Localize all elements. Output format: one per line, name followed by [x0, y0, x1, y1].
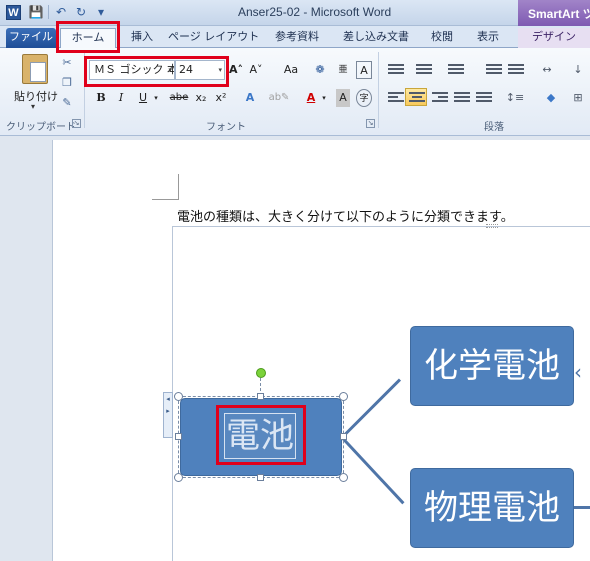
chevron-down-icon[interactable]: ▾ [218, 61, 222, 79]
italic-button[interactable]: I [114, 89, 128, 107]
borders-icon[interactable]: ⊞ [570, 89, 586, 107]
text-pane-toggle[interactable]: ◂ ▸ [163, 392, 173, 438]
save-icon[interactable]: 💾 [28, 4, 44, 20]
align-left-icon[interactable] [388, 92, 404, 106]
selection-frame [178, 396, 344, 478]
tab-insert[interactable]: 挿入 [122, 28, 162, 48]
bold-button[interactable]: B [94, 89, 108, 107]
shading-icon[interactable]: ◆ [540, 89, 562, 107]
font-launcher-icon[interactable]: ↘ [366, 119, 375, 128]
resize-handle[interactable] [257, 474, 264, 481]
character-shading-icon[interactable]: A [336, 89, 350, 107]
resize-handle[interactable] [340, 433, 347, 440]
enclose-characters-icon[interactable]: 字 [356, 89, 372, 107]
undo-icon[interactable]: ↶ [53, 4, 69, 20]
frame-handle[interactable] [486, 224, 498, 228]
tab-design[interactable]: デザイン [518, 28, 590, 48]
tab-review[interactable]: 校閲 [422, 28, 462, 48]
sort-icon[interactable]: ↓ [570, 61, 586, 79]
smartart-node-physical[interactable]: 物理電池 [410, 468, 574, 548]
quick-access-toolbar: 💾 ↶ ↻ ▾ [28, 4, 109, 20]
multilevel-list-icon[interactable] [448, 64, 464, 78]
line-spacing-icon[interactable]: ↕≡ [504, 89, 526, 107]
tab-mailings[interactable]: 差し込み文書 [338, 28, 414, 48]
clipboard-launcher-icon[interactable]: ↘ [72, 119, 81, 128]
tab-references[interactable]: 参考資料 [264, 28, 330, 48]
asian-layout-icon[interactable]: ↔ [536, 61, 558, 79]
ribbon-tab-row: ファイル ホーム 挿入 ページ レイアウト 参考資料 差し込み文書 校閲 表示 … [0, 26, 590, 48]
strikethrough-button[interactable]: abe [168, 89, 190, 107]
window-title: Anser25-02 - Microsoft Word [238, 5, 392, 19]
tab-page-layout[interactable]: ページ レイアウト [168, 28, 259, 48]
shrink-font-button[interactable]: A˅ [248, 61, 264, 79]
document-body-text[interactable]: 電池の種類は、大きく分けて以下のように分類できます。 [177, 206, 514, 225]
paragraph-group-label: 段落 [484, 122, 504, 133]
word-app-icon[interactable]: W [6, 5, 21, 20]
margin-corner-mark [178, 174, 179, 200]
superscript-button[interactable]: x² [214, 89, 228, 107]
distributed-icon[interactable] [476, 92, 492, 106]
justify-icon[interactable] [454, 92, 470, 106]
font-color-button[interactable]: A [304, 89, 318, 107]
grow-font-button[interactable]: A˄ [228, 61, 244, 79]
connector-stub: ‹ [574, 360, 582, 384]
format-painter-icon[interactable]: ✎ [60, 96, 74, 110]
copy-icon[interactable]: ❐ [60, 76, 74, 90]
font-group-label: フォント [206, 122, 246, 133]
highlight-color-icon[interactable]: ab✎ [268, 89, 290, 107]
font-size-value: 24 [179, 63, 193, 76]
clipboard-group-label: クリップボード [6, 122, 76, 133]
underline-button[interactable]: U [136, 89, 150, 107]
resize-handle[interactable] [339, 392, 348, 401]
resize-handle[interactable] [175, 433, 182, 440]
clear-formatting-icon[interactable]: ❁ [312, 61, 328, 79]
subscript-button[interactable]: x₂ [194, 89, 208, 107]
numbering-icon[interactable] [416, 64, 432, 78]
title-bar: W 💾 ↶ ↻ ▾ Anser25-02 - Microsoft Word Sm… [0, 0, 590, 26]
font-name-value: ＭＳ ゴシック 本 [94, 63, 175, 76]
resize-handle[interactable] [174, 392, 183, 401]
chevron-down-icon[interactable]: ▾ [168, 61, 172, 79]
bullets-icon[interactable] [388, 64, 404, 78]
center-button[interactable] [405, 88, 427, 106]
character-border-icon[interactable]: A [356, 61, 372, 79]
align-center-icon [409, 92, 425, 106]
customize-icon[interactable]: ▾ [93, 4, 109, 20]
decrease-indent-icon[interactable] [486, 64, 502, 78]
resize-handle[interactable] [174, 473, 183, 482]
paste-icon[interactable] [22, 54, 48, 84]
resize-handle[interactable] [339, 473, 348, 482]
chevron-down-icon[interactable]: ▾ [320, 89, 328, 107]
resize-handle[interactable] [257, 393, 264, 400]
tab-file[interactable]: ファイル [6, 28, 56, 48]
paste-dropdown-icon[interactable]: ▾ [31, 102, 35, 111]
cut-icon[interactable]: ✂ [60, 56, 74, 70]
tab-view[interactable]: 表示 [468, 28, 508, 48]
connector-line [574, 506, 590, 509]
paste-button-label[interactable]: 貼り付け [14, 88, 58, 104]
change-case-button[interactable]: Aa [278, 61, 304, 79]
font-name-combobox[interactable]: ＭＳ ゴシック 本 ▾ [89, 60, 175, 80]
group-separator [378, 52, 379, 128]
tab-home[interactable]: ホーム [60, 28, 116, 48]
smartart-tools-label: SmartArt ツ [518, 0, 590, 26]
margin-corner-mark [152, 199, 178, 200]
rotate-handle[interactable] [256, 368, 266, 378]
redo-icon[interactable]: ↻ [73, 4, 89, 20]
font-size-combobox[interactable]: 24 ▾ [175, 60, 225, 80]
qat-separator [48, 5, 49, 19]
ribbon: 貼り付け ▾ ✂ ❐ ✎ クリップボード ↘ ＭＳ ゴシック 本 ▾ 24 ▾ … [0, 48, 590, 136]
increase-indent-icon[interactable] [508, 64, 524, 78]
phonetic-guide-icon[interactable]: 亜 [336, 61, 350, 79]
align-right-icon[interactable] [432, 92, 448, 106]
chevron-down-icon[interactable]: ▾ [152, 89, 160, 107]
smartart-node-chemical[interactable]: 化学電池 [410, 326, 574, 406]
group-separator [84, 52, 85, 128]
text-effects-icon[interactable]: A [242, 89, 258, 107]
